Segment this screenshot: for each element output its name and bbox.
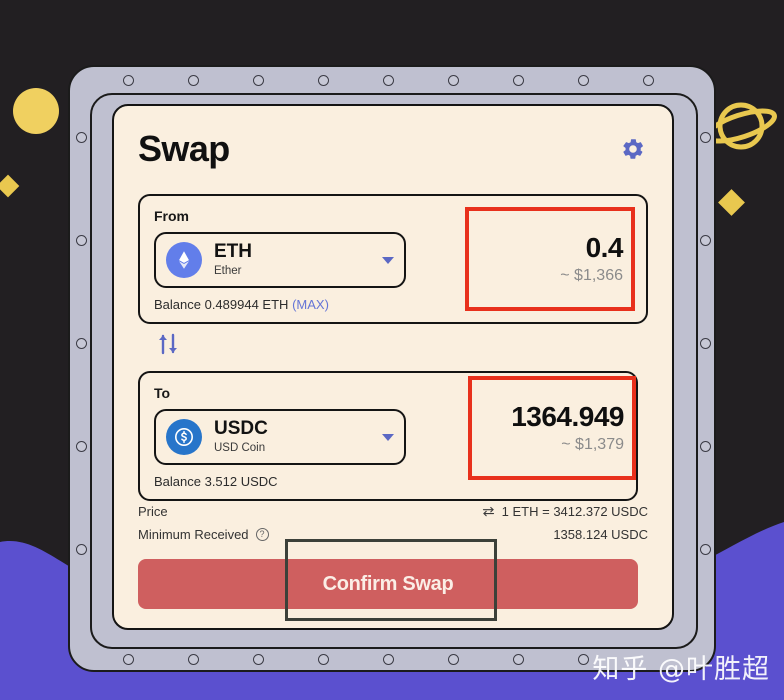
to-token-symbol: USDC [214, 417, 268, 439]
minimum-received-value-group: 1358.124 USDC [553, 527, 648, 542]
chevron-down-icon [382, 433, 394, 441]
rivet [700, 132, 711, 143]
rivet [513, 75, 524, 86]
to-token-name: USD Coin [214, 441, 266, 454]
rivet [700, 338, 711, 349]
rivet [76, 132, 87, 143]
rivet [383, 75, 394, 86]
rivet [123, 654, 134, 665]
max-button[interactable]: (MAX) [292, 297, 329, 312]
confirm-swap-button[interactable]: Confirm Swap [138, 559, 638, 609]
price-value-group: 1 ETH = 3412.372 USDC [482, 504, 648, 519]
rivet [188, 75, 199, 86]
minimum-received-value: 1358.124 USDC [553, 527, 648, 542]
rivet [123, 75, 134, 86]
rivet [318, 75, 329, 86]
rivet [383, 654, 394, 665]
to-amount-field[interactable]: 1364.949 ~ $1,379 [468, 376, 636, 480]
rate-toggle-icon[interactable] [482, 506, 495, 517]
ethereum-icon [166, 242, 202, 278]
rivet [578, 654, 589, 665]
minimum-received-label-group: Minimum Received ? [138, 527, 269, 542]
screen: Swap From ETH Ether Balance 0.489944 ETH… [0, 0, 784, 700]
yellow-circle-decoration [13, 88, 59, 134]
swap-card: Swap From ETH Ether Balance 0.489944 ETH… [112, 104, 674, 630]
rivet [76, 235, 87, 246]
to-token-select[interactable]: USDC USD Coin [154, 409, 406, 465]
rivet [318, 654, 329, 665]
rivet [578, 75, 589, 86]
rivet [643, 75, 654, 86]
help-icon[interactable]: ? [255, 528, 269, 541]
rivet [253, 75, 264, 86]
yellow-diamond-right-decoration [718, 189, 745, 216]
from-amount-usd: ~ $1,366 [560, 266, 623, 284]
watermark: 知乎 @叶胜超 [592, 654, 770, 685]
price-row: Price 1 ETH = 3412.372 USDC [138, 504, 648, 519]
rivet [76, 441, 87, 452]
rivet [448, 75, 459, 86]
yellow-diamond-left-decoration [0, 174, 20, 198]
chevron-down-icon [382, 256, 394, 264]
page-title: Swap [138, 128, 230, 169]
from-token-name: Ether [214, 264, 242, 277]
price-value: 1 ETH = 3412.372 USDC [501, 504, 648, 519]
minimum-received-row: Minimum Received ? 1358.124 USDC [138, 527, 648, 542]
price-label-group: Price [138, 504, 168, 519]
rivet [253, 654, 264, 665]
from-balance-text: Balance 0.489944 ETH [154, 297, 289, 312]
from-amount-value: 0.4 [585, 232, 624, 264]
rivet [700, 441, 711, 452]
rivet [700, 544, 711, 555]
to-amount-value: 1364.949 [511, 401, 624, 433]
to-token-text: USDC USD Coin [214, 417, 376, 456]
rivet [700, 235, 711, 246]
usdc-icon [166, 419, 202, 455]
to-amount-usd: ~ $1,379 [561, 435, 624, 453]
price-info: Price 1 ETH = 3412.372 USDC Minimum Rece… [138, 504, 648, 550]
from-amount-field[interactable]: 0.4 ~ $1,366 [465, 207, 635, 311]
swap-direction-arrows-icon[interactable] [154, 329, 182, 359]
minimum-received-label: Minimum Received [138, 527, 249, 542]
rivet [448, 654, 459, 665]
rivet [76, 338, 87, 349]
to-balance-text: Balance 3.512 USDC [154, 474, 278, 489]
card-header: Swap [138, 128, 648, 170]
from-token-text: ETH Ether [214, 240, 376, 279]
rivet [188, 654, 199, 665]
price-label: Price [138, 504, 168, 519]
from-token-select[interactable]: ETH Ether [154, 232, 406, 288]
rivet [76, 544, 87, 555]
gear-icon[interactable] [618, 134, 648, 164]
from-token-symbol: ETH [214, 240, 252, 262]
rivet [513, 654, 524, 665]
